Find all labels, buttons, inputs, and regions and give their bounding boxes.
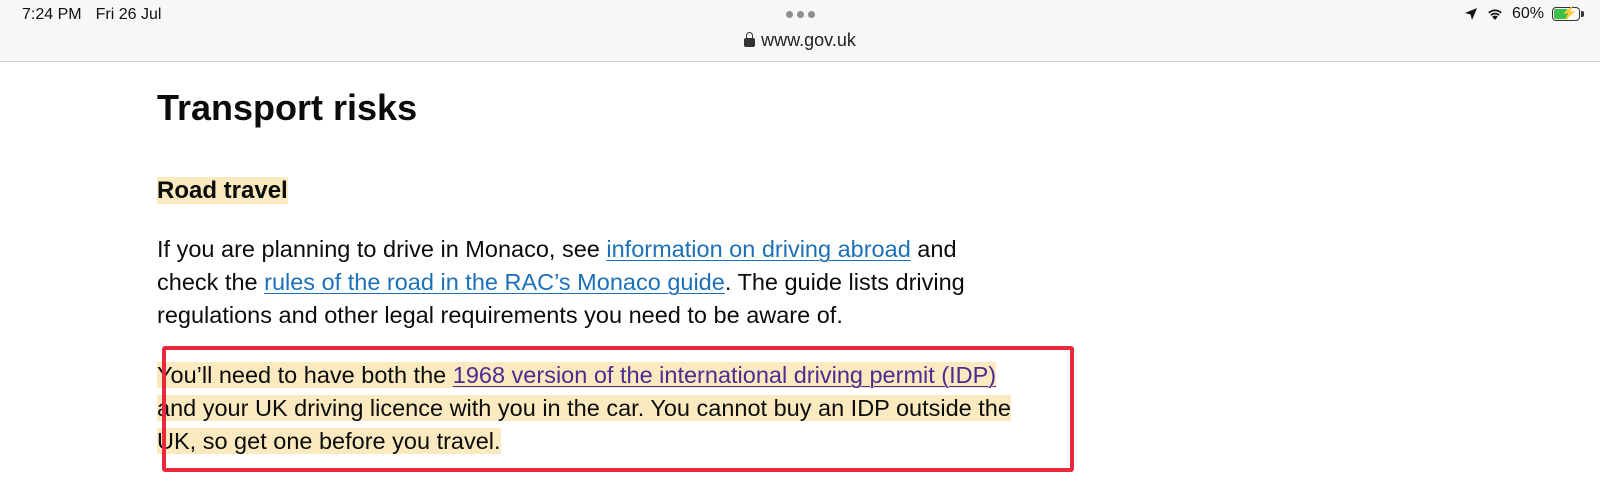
section-heading: Road travel (157, 176, 1017, 206)
browser-status-bar: 7:24 PM Fri 26 Jul www.gov.uk 60% ⚡ (0, 0, 1600, 62)
idp-paragraph: You’ll need to have both the 1968 versio… (157, 359, 1017, 458)
url-text: www.gov.uk (761, 30, 856, 50)
status-time-date: 7:24 PM Fri 26 Jul (22, 6, 161, 24)
location-arrow-icon (1464, 8, 1477, 20)
battery-icon: ⚡ (1552, 6, 1584, 21)
driving-info-paragraph: If you are planning to drive in Monaco, … (157, 233, 1017, 332)
more-options-icon[interactable] (786, 11, 815, 18)
status-date: Fri 26 Jul (95, 6, 162, 23)
rac-monaco-guide-link[interactable]: rules of the road in the RAC’s Monaco gu… (264, 269, 725, 295)
lock-icon (744, 32, 756, 47)
status-time: 7:24 PM (22, 6, 82, 23)
battery-percent: 60% (1511, 5, 1544, 22)
para2-text-b: and your UK driving licence with you in … (157, 395, 1011, 454)
para1-text-a: If you are planning to drive in Monaco, … (157, 236, 607, 262)
address-bar[interactable]: www.gov.uk (0, 30, 1600, 51)
driving-abroad-link[interactable]: information on driving abroad (606, 236, 910, 262)
idp-link[interactable]: 1968 version of the international drivin… (453, 362, 996, 388)
main-content: Transport risks Road travel If you are p… (157, 62, 1017, 458)
status-indicators: 60% ⚡ (1464, 5, 1584, 23)
para2-text-a: You’ll need to have both the (157, 362, 453, 388)
section-heading-text: Road travel (157, 177, 288, 204)
page-title: Transport risks (157, 87, 418, 128)
wifi-icon (1488, 9, 1502, 20)
